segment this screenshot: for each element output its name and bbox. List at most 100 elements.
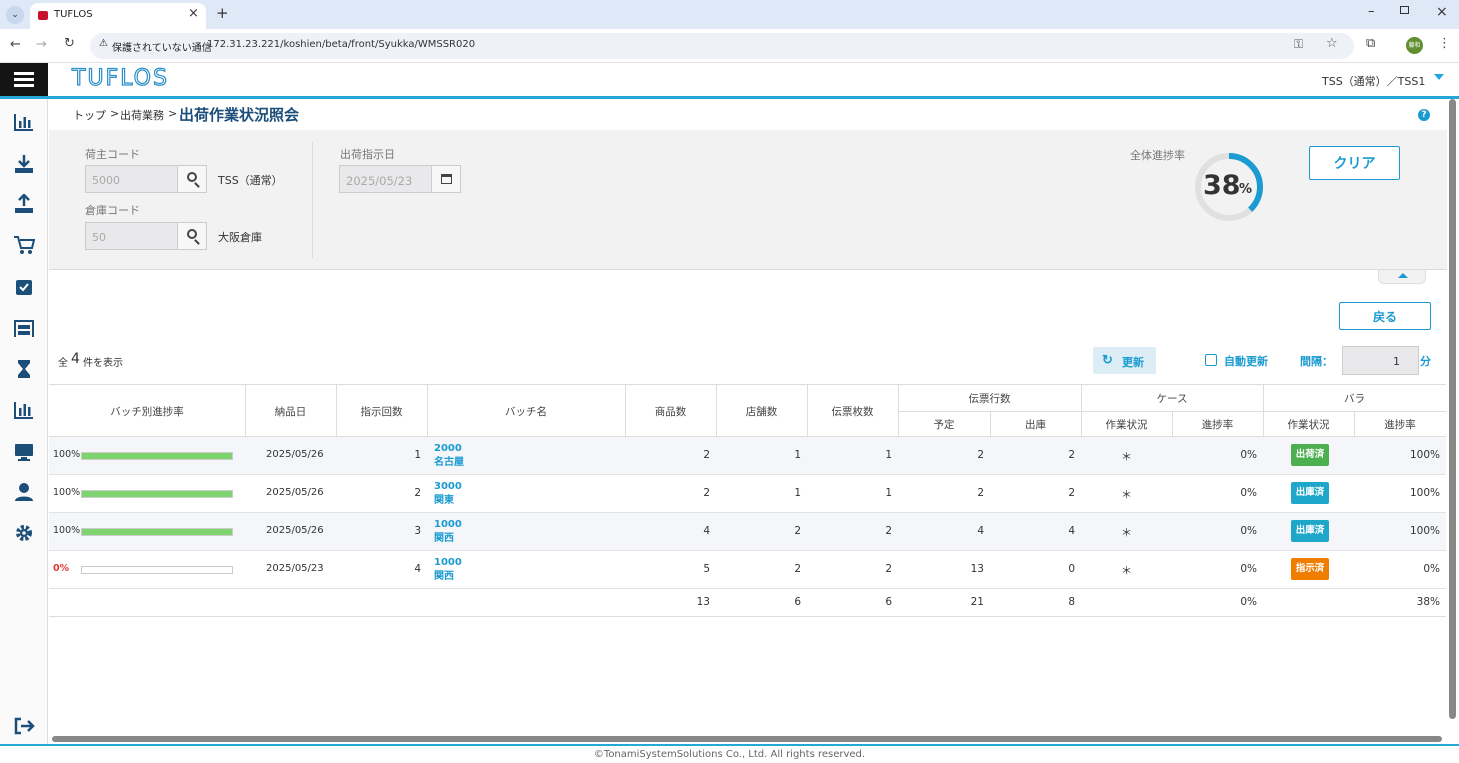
col-case-status[interactable]: 作業状況 — [1081, 417, 1172, 432]
profile-avatar[interactable]: 藤和 — [1406, 37, 1423, 54]
shipper-code-label: 荷主コード — [85, 148, 140, 161]
col-planned[interactable]: 予定 — [898, 417, 990, 432]
batch-area-link[interactable]: 関西 — [434, 532, 454, 546]
back-icon[interactable]: ← — [10, 37, 21, 52]
close-icon[interactable]: × — [188, 6, 199, 21]
sidebar — [0, 99, 48, 744]
total-planned: 21 — [970, 596, 984, 608]
breadcrumb-top[interactable]: トップ — [73, 107, 106, 123]
total-shipped: 8 — [1068, 596, 1075, 608]
batch-area-link[interactable]: 関東 — [434, 494, 454, 508]
instruction-count: 3 — [414, 525, 421, 537]
batch-code-link[interactable]: 1000 — [434, 518, 462, 532]
collapse-panel-tab[interactable] — [1378, 270, 1426, 284]
browser-menu-icon[interactable]: ⋮ — [1438, 36, 1451, 51]
auto-refresh-label[interactable]: 自動更新 — [1224, 353, 1268, 369]
col-case-rate[interactable]: 進捗率 — [1172, 417, 1263, 432]
table-row[interactable]: 100% 2025/05/26 3 1000 関西 4 2 2 4 4 ＊ 0% 出庫済 100% — [49, 513, 1446, 551]
user-icon[interactable] — [13, 482, 35, 502]
gear-icon[interactable] — [13, 523, 35, 543]
piece-status-badge[interactable]: 指示済 — [1291, 558, 1329, 580]
col-slips[interactable]: 伝票枚数 — [807, 404, 898, 419]
calendar-button[interactable] — [431, 165, 461, 193]
back-button[interactable]: 戻る — [1339, 302, 1431, 330]
bookmark-star-icon[interactable]: ☆ — [1326, 36, 1338, 51]
batch-code-link[interactable]: 1000 — [434, 556, 462, 570]
horizontal-scrollbar[interactable] — [52, 736, 1442, 742]
table-row[interactable]: 0% 2025/05/23 4 1000 関西 5 2 2 13 0 ＊ 0% 指示済 0% — [49, 551, 1446, 589]
piece-status-badge[interactable]: 出庫済 — [1291, 482, 1329, 504]
shipped-lines: 0 — [1068, 563, 1075, 575]
refresh-button[interactable]: ↻ 更新 — [1093, 347, 1156, 374]
auto-refresh-checkbox[interactable] — [1205, 354, 1217, 366]
shipper-code-input[interactable]: 5000 — [85, 165, 179, 193]
batch-area-link[interactable]: 関西 — [434, 570, 454, 584]
password-key-icon[interactable]: ⚿ — [1294, 37, 1303, 52]
batch-progress-fill — [82, 491, 232, 497]
caret-down-icon[interactable] — [1434, 74, 1444, 80]
hamburger-icon — [14, 72, 34, 75]
batch-progress-bar — [81, 490, 233, 498]
warning-icon[interactable]: ⚠ — [99, 38, 108, 49]
user-context[interactable]: TSS（通常）／TSS1 — [1322, 73, 1425, 89]
col-shipped[interactable]: 出庫 — [990, 417, 1081, 432]
col-delivery-date[interactable]: 納品日 — [245, 404, 336, 419]
col-group-slip-lines: 伝票行数 — [968, 393, 1011, 405]
instruction-count: 1 — [414, 449, 421, 461]
help-icon[interactable]: ? — [1418, 109, 1430, 121]
warehouse-icon[interactable] — [13, 318, 35, 338]
new-tab-button[interactable]: + — [216, 4, 229, 22]
monitor-icon[interactable] — [13, 442, 35, 462]
shipper-name: TSS（通常） — [218, 174, 283, 187]
box-check-icon[interactable] — [13, 277, 35, 297]
breadcrumb-section[interactable]: 出荷業務 — [120, 107, 164, 123]
col-items[interactable]: 商品数 — [625, 404, 716, 419]
col-piece-rate[interactable]: 進捗率 — [1354, 417, 1446, 432]
minimize-icon[interactable]: – — [1368, 4, 1375, 19]
total-piece-rate: 38% — [1416, 596, 1440, 608]
interval-input[interactable]: 1 — [1342, 346, 1419, 375]
hourglass-icon[interactable] — [13, 359, 35, 379]
table-row[interactable]: 100% 2025/05/26 2 3000 関東 2 1 1 2 2 ＊ 0% 出庫済 100% — [49, 475, 1446, 513]
caret-up-icon — [1398, 273, 1408, 278]
store-count: 1 — [794, 487, 801, 499]
batch-code-link[interactable]: 2000 — [434, 442, 462, 456]
shipped-lines: 2 — [1068, 487, 1075, 499]
warehouse-code-input[interactable]: 50 — [85, 222, 179, 250]
piece-status-badge[interactable]: 出庫済 — [1291, 520, 1329, 542]
piece-status-badge[interactable]: 出荷済 — [1291, 444, 1329, 466]
bar-chart-icon[interactable] — [13, 400, 35, 420]
slip-count: 1 — [885, 487, 892, 499]
hamburger-menu-button[interactable] — [0, 63, 48, 96]
cart-icon[interactable] — [13, 235, 35, 255]
url-field[interactable]: ⚠ 保護されていない通信 172.31.23.221/koshien/beta/… — [90, 33, 1354, 59]
col-stores[interactable]: 店舗数 — [716, 404, 807, 419]
browser-tab[interactable]: TUFLOS × — [30, 3, 206, 29]
window-close-icon[interactable]: × — [1436, 4, 1448, 20]
app-logo[interactable]: TUFLOS — [71, 65, 169, 91]
footer: ©TonamiSystemSolutions Co., Ltd. All rig… — [0, 744, 1459, 763]
batch-code-link[interactable]: 3000 — [434, 480, 462, 494]
extensions-icon[interactable]: ⧉ — [1366, 36, 1375, 51]
vertical-scrollbar[interactable] — [1449, 99, 1456, 719]
upload-icon[interactable] — [13, 194, 35, 214]
col-batch-name[interactable]: バッチ名 — [427, 404, 625, 419]
restore-icon[interactable] — [1400, 6, 1409, 14]
chart-icon[interactable] — [13, 112, 35, 132]
col-batch-progress[interactable]: バッチ別進捗率 — [49, 404, 245, 419]
table-row[interactable]: 100% 2025/05/26 1 2000 名古屋 2 1 1 2 2 ＊ 0% 出荷済 100% — [49, 437, 1446, 475]
reload-icon[interactable]: ↻ — [64, 36, 75, 51]
forward-icon[interactable]: → — [36, 37, 47, 52]
clear-button[interactable]: クリア — [1309, 146, 1400, 180]
url-text[interactable]: 172.31.23.221/koshien/beta/front/Syukka/… — [207, 39, 475, 50]
security-warning[interactable]: 保護されていない通信 — [112, 39, 212, 54]
download-icon[interactable] — [13, 154, 35, 174]
tab-list-dropdown[interactable]: ⌄ — [6, 6, 24, 24]
ship-date-input[interactable]: 2025/05/23 — [339, 165, 433, 193]
logout-icon[interactable] — [13, 716, 35, 736]
col-instruction-count[interactable]: 指示回数 — [336, 404, 427, 419]
shipper-search-button[interactable] — [177, 165, 207, 193]
col-piece-status[interactable]: 作業状況 — [1263, 417, 1354, 432]
warehouse-search-button[interactable] — [177, 222, 207, 250]
batch-area-link[interactable]: 名古屋 — [434, 456, 464, 470]
